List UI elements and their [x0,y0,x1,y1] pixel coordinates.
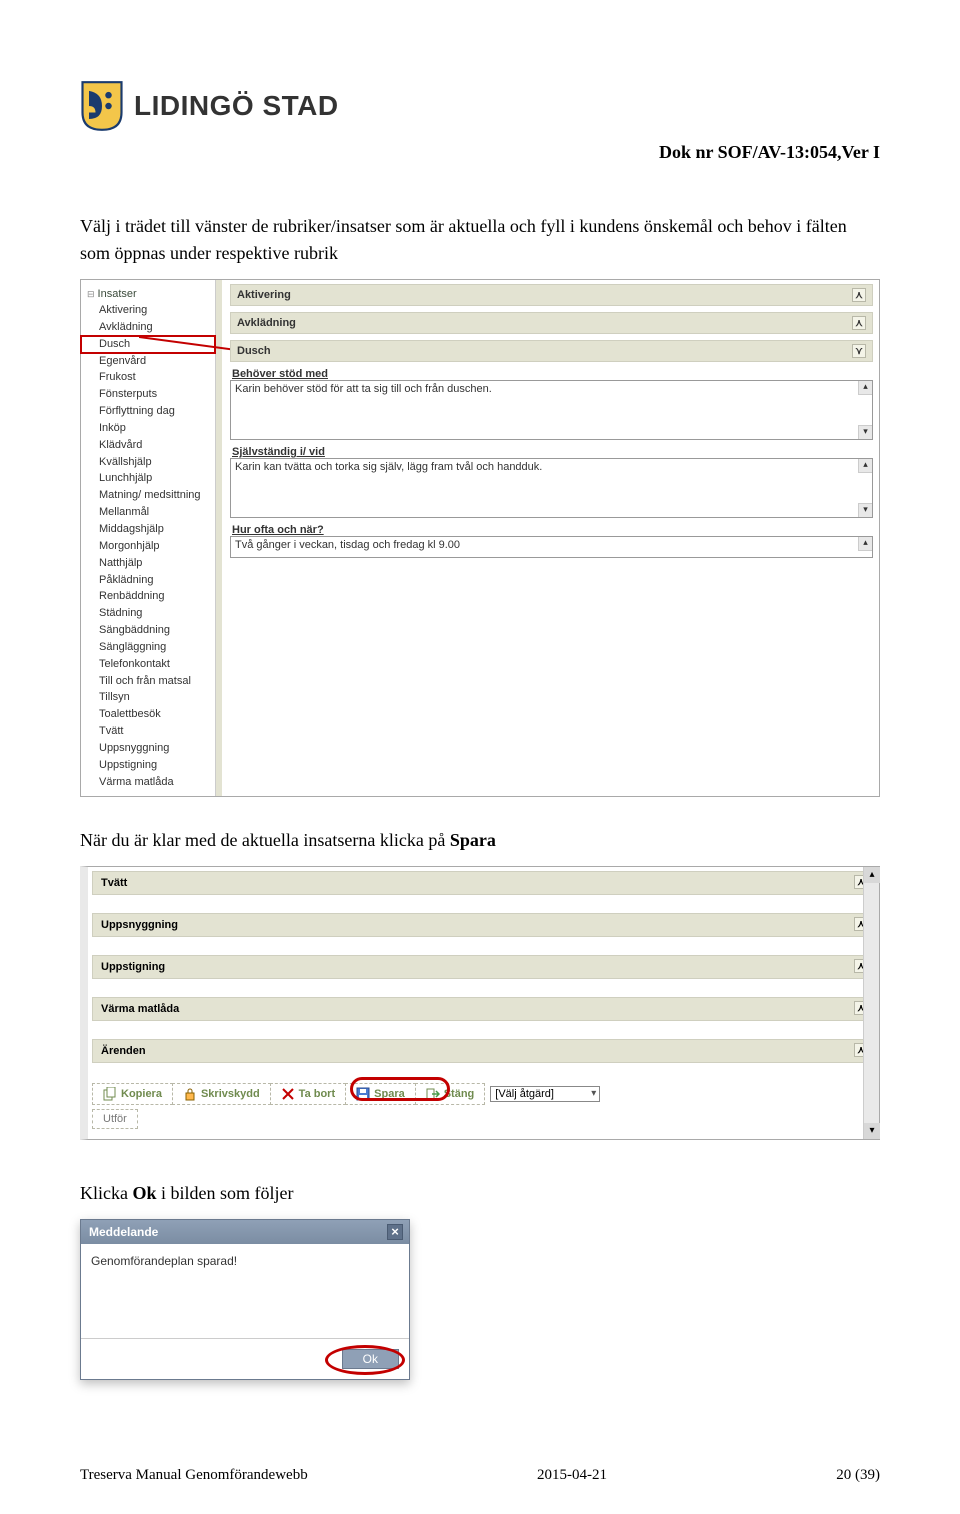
label-sjalvstandig: Självständig i/ vid [230,446,873,458]
scroll-up-icon[interactable]: ▴ [858,537,872,551]
tree-item[interactable]: Telefonkontakt [81,656,215,673]
footer-right: 20 (39) [836,1467,880,1484]
collapse-icon[interactable]: ⋏ [852,316,866,330]
tree-item[interactable]: Tillsyn [81,689,215,706]
section-avkladning[interactable]: Avklädning⋏ [230,312,873,334]
dialog-titlebar: Meddelande × [81,1220,409,1244]
tree-item[interactable]: Sängbäddning [81,622,215,639]
tree-item[interactable]: Påklädning [81,572,215,589]
section-header[interactable]: Uppsnyggning⋏ [92,913,875,937]
tree-item[interactable]: Middagshjälp [81,521,215,538]
scroll-down-icon[interactable]: ▾ [864,1123,880,1139]
dialog-body: Genomförandeplan sparad! [81,1244,409,1338]
kopiera-button[interactable]: Kopiera [92,1083,173,1105]
scroll-up-icon[interactable]: ▴ [864,867,880,883]
scroll-down-icon[interactable]: ▾ [858,425,872,439]
exit-icon [426,1087,440,1101]
paragraph-ok: Klicka Ok i bilden som följer [80,1180,880,1207]
collapse-icon[interactable]: ⋏ [852,288,866,302]
tree-root[interactable]: Insatser [81,286,215,302]
toolbar: Kopiera Skrivskydd Ta bort Spara Stäng [92,1081,875,1107]
logo-shield-icon [80,80,124,132]
lock-icon [183,1087,197,1101]
textarea-sjalvstandig[interactable]: Karin kan tvätta och torka sig själv, lä… [230,458,873,518]
paragraph-spara: När du är klar med de aktuella insatsern… [80,827,880,854]
tree-item[interactable]: Uppsnyggning [81,740,215,757]
tree-item[interactable]: Förflyttning dag [81,403,215,420]
message-dialog: Meddelande × Genomförandeplan sparad! Ok [80,1219,410,1380]
spara-button[interactable]: Spara [345,1083,416,1105]
action-select[interactable]: [Välj åtgärd] [490,1086,600,1102]
tree-item[interactable]: Frukost [81,369,215,386]
expand-icon[interactable]: ⋎ [852,344,866,358]
section-header[interactable]: Tvätt⋏ [92,871,875,895]
textarea-behover-stod[interactable]: Karin behöver stöd för att ta sig till o… [230,380,873,440]
app-screenshot-sections-toolbar: Tvätt⋏ Uppsnyggning⋏ Uppstigning⋏ Värma mat… [80,866,880,1140]
ok-button[interactable]: Ok [342,1349,399,1369]
main-panel: Aktivering⋏ Avklädning⋏ Dusch⋎ Behöver s… [216,280,879,796]
section-header[interactable]: Ärenden⋏ [92,1039,875,1063]
close-icon[interactable]: × [387,1224,403,1240]
delete-icon [281,1087,295,1101]
textarea-hurofta[interactable]: Två gånger i veckan, tisdag och fredag k… [230,536,873,558]
tree-item[interactable]: Uppstigning [81,757,215,774]
tree-item[interactable]: Klädvård [81,437,215,454]
tree-item[interactable]: Sängläggning [81,639,215,656]
tree-item[interactable]: Avklädning [81,319,215,336]
tree-item[interactable]: Renbäddning [81,588,215,605]
tree-item[interactable]: Tvätt [81,723,215,740]
toolbar-row-2: Utför [92,1107,875,1131]
label-behover-stod: Behöver stöd med [230,368,873,380]
stang-button[interactable]: Stäng [415,1083,486,1105]
app-screenshot-tree-editor: Insatser AktiveringAvklädningDuschEgenvå… [80,279,880,797]
section-header[interactable]: Uppstigning⋏ [92,955,875,979]
tree-item[interactable]: Aktivering [81,302,215,319]
tree-item[interactable]: Värma matlåda [81,774,215,791]
scroll-up-icon[interactable]: ▴ [858,459,872,473]
tree-item[interactable]: Dusch [81,336,215,353]
paragraph-intro: Välj i trädet till vänster de rubriker/i… [80,213,880,267]
page-footer: Treserva Manual Genomförandewebb 2015-04… [80,1467,880,1484]
tabort-button[interactable]: Ta bort [270,1083,346,1105]
tree-item[interactable]: Toalettbesök [81,706,215,723]
dialog-footer: Ok [81,1338,409,1379]
section-header[interactable]: Värma matlåda⋏ [92,997,875,1021]
tree-item[interactable]: Kvällshjälp [81,454,215,471]
section-dusch[interactable]: Dusch⋎ [230,340,873,362]
scroll-up-icon[interactable]: ▴ [858,381,872,395]
copy-icon [103,1087,117,1101]
scrollbar[interactable]: ▴ ▾ [863,867,879,1139]
scroll-down-icon[interactable]: ▾ [858,503,872,517]
label-hurofta: Hur ofta och när? [230,524,873,536]
utfor-button[interactable]: Utför [92,1109,138,1129]
brand-text: LIDINGÖ STAD [134,90,339,122]
tree-item[interactable]: Mellanmål [81,504,215,521]
tree-panel: Insatser AktiveringAvklädningDuschEgenvå… [81,280,216,796]
page-header: LIDINGÖ STAD [80,80,880,132]
tree-item[interactable]: Matning/ medsittning [81,487,215,504]
skrivskydd-button[interactable]: Skrivskydd [172,1083,271,1105]
tree-item[interactable]: Natthjälp [81,555,215,572]
tree-item[interactable]: Morgonhjälp [81,538,215,555]
tree-item[interactable]: Till och från matsal [81,673,215,690]
footer-center: 2015-04-21 [537,1467,607,1484]
tree-item[interactable]: Inköp [81,420,215,437]
save-icon [356,1087,370,1101]
footer-left: Treserva Manual Genomförandewebb [80,1467,308,1484]
tree-item[interactable]: Egenvård [81,353,215,370]
tree-item[interactable]: Lunchhjälp [81,470,215,487]
doc-reference: Dok nr SOF/AV-13:054,Ver I [80,142,880,163]
section-aktivering[interactable]: Aktivering⋏ [230,284,873,306]
tree-item[interactable]: Fönsterputs [81,386,215,403]
tree-item[interactable]: Städning [81,605,215,622]
